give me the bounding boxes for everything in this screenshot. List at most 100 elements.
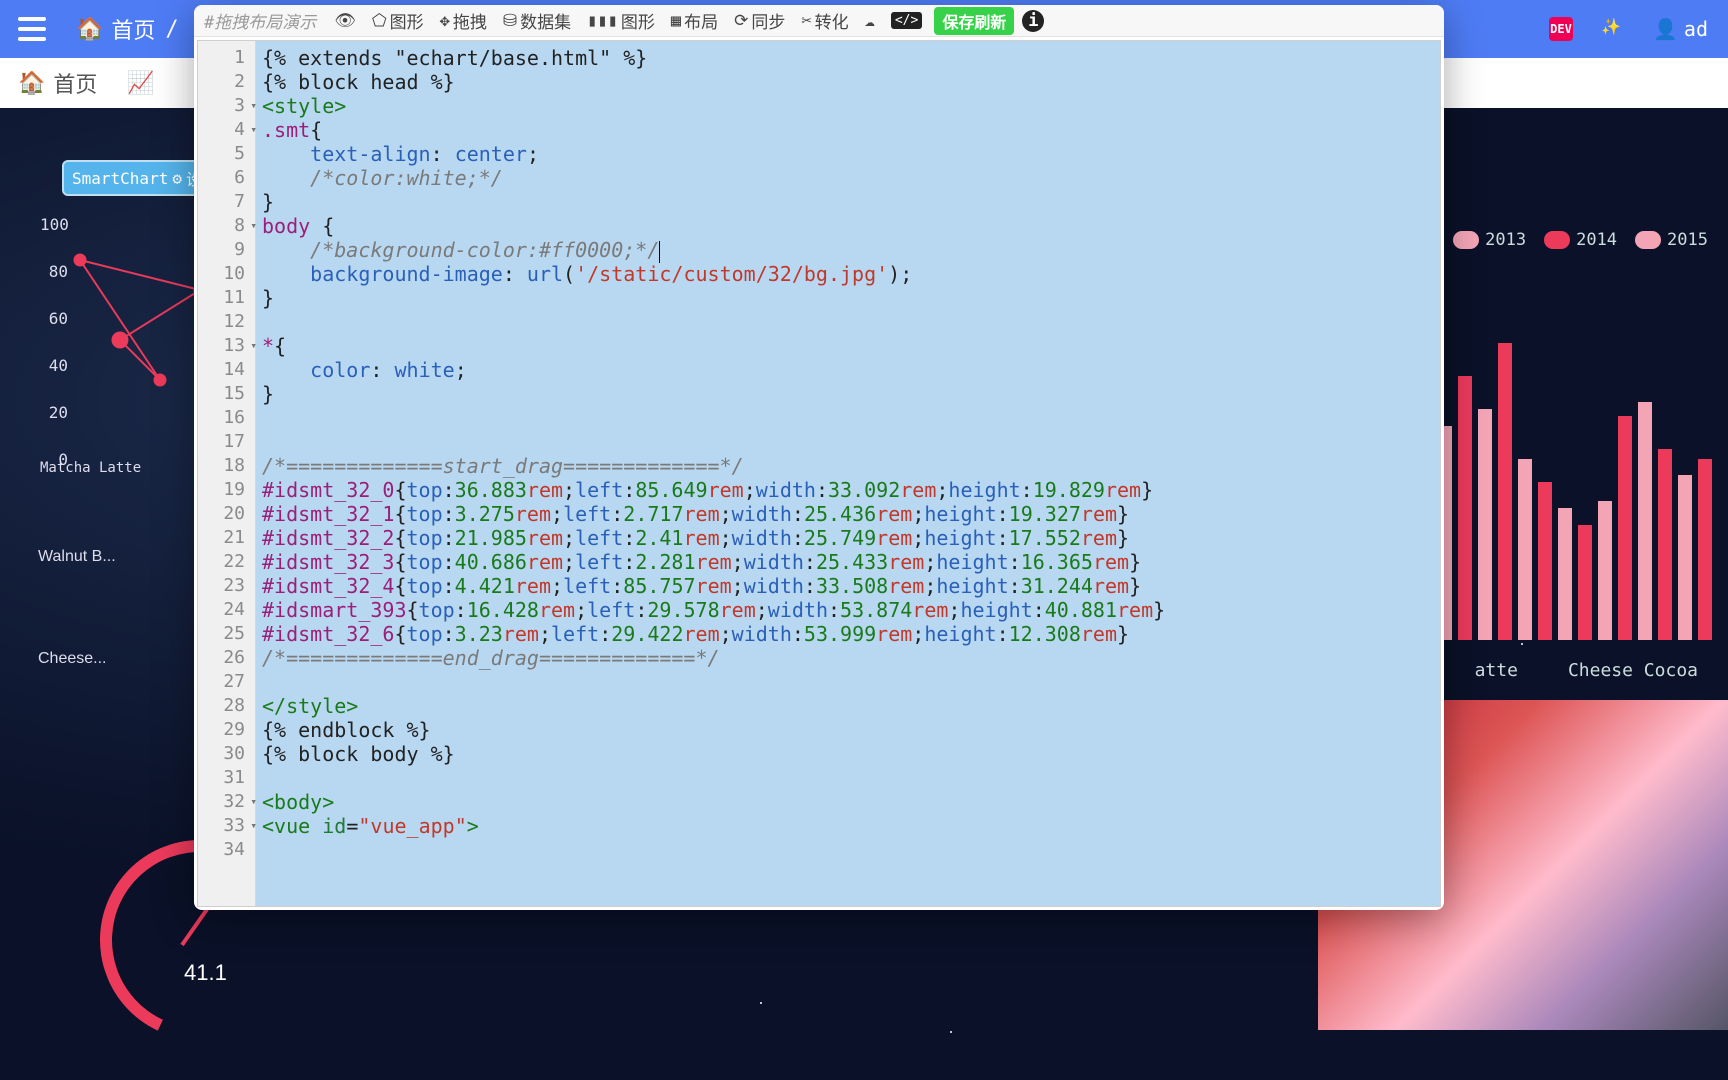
code-line[interactable] xyxy=(262,406,1434,430)
move-icon: ✥ xyxy=(440,11,450,31)
code-line[interactable]: #idsmt_32_3{top:40.686rem;left:2.281rem;… xyxy=(262,550,1434,574)
line-number: 22 xyxy=(198,550,255,574)
editor-toolbar: #拖拽布局演示 👁 ⬠图形 ✥拖拽 ⛁数据集 ▮▮▮图形 ▦布局 ⟳同步 ✂转化… xyxy=(194,5,1444,37)
save-refresh-button[interactable]: 保存刷新 xyxy=(934,7,1014,35)
code-line[interactable]: </style> xyxy=(262,694,1434,718)
wand-icon: ✂ xyxy=(801,11,811,31)
code-line[interactable]: {% endblock %} xyxy=(262,718,1434,742)
breadcrumb-home-label: 首页 xyxy=(53,67,97,99)
breadcrumb-slash: / xyxy=(165,17,178,42)
code-line[interactable]: #idsmt_32_4{top:4.421rem;left:85.757rem;… xyxy=(262,574,1434,598)
code-line[interactable]: {% block head %} xyxy=(262,70,1434,94)
code-line[interactable] xyxy=(262,670,1434,694)
code-line[interactable]: body { xyxy=(262,214,1434,238)
code-icon: </> xyxy=(891,12,922,29)
line-number: 5 xyxy=(198,142,255,166)
code-line[interactable]: } xyxy=(262,190,1434,214)
pentagon-icon: ⬠ xyxy=(372,11,387,31)
line-number: 19 xyxy=(198,478,255,502)
breadcrumb-home[interactable]: 🏠 首页 xyxy=(18,67,97,99)
code-line[interactable]: *{ xyxy=(262,334,1434,358)
smartchart-badge[interactable]: SmartChart ⚙ 设 xyxy=(62,160,212,196)
transform-button[interactable]: ✂转化 xyxy=(797,6,852,35)
legend-item[interactable]: 2014 xyxy=(1544,230,1617,250)
code-line[interactable]: } xyxy=(262,286,1434,310)
code-line[interactable]: #idsmt_32_0{top:36.883rem;left:85.649rem… xyxy=(262,478,1434,502)
code-line[interactable]: #idsmart_393{top:16.428rem;left:29.578re… xyxy=(262,598,1434,622)
line-number: 28 xyxy=(198,694,255,718)
line-number: 24 xyxy=(198,598,255,622)
gear-icon: ⚙ xyxy=(172,169,182,188)
sync-button[interactable]: ⟳同步 xyxy=(730,6,789,35)
line-number: 4 xyxy=(198,118,255,142)
code-line[interactable]: {% block body %} xyxy=(262,742,1434,766)
line-number: 31 xyxy=(198,766,255,790)
line-number: 2 xyxy=(198,70,255,94)
line-number: 33 xyxy=(198,814,255,838)
code-line[interactable]: <body> xyxy=(262,790,1434,814)
breadcrumb-chart[interactable]: 📈 xyxy=(127,71,154,96)
code-line[interactable]: background-image: url('/static/custom/32… xyxy=(262,262,1434,286)
code-line[interactable] xyxy=(262,430,1434,454)
code-line[interactable] xyxy=(262,766,1434,790)
grid-icon: ▦ xyxy=(671,11,681,31)
code-line[interactable]: {% extends "echart/base.html" %} xyxy=(262,46,1434,70)
dataset-button[interactable]: ⛁数据集 xyxy=(499,6,575,35)
code-line[interactable]: /*background-color:#ff0000;*/ xyxy=(262,238,1434,262)
layout-button[interactable]: ▦布局 xyxy=(667,6,722,35)
line-number: 17 xyxy=(198,430,255,454)
user-avatar-icon: 👤 xyxy=(1653,17,1678,41)
dev-badge-icon[interactable]: DEV xyxy=(1549,17,1573,41)
chart-button[interactable]: ▮▮▮图形 xyxy=(583,6,659,35)
line-number: 21 xyxy=(198,526,255,550)
cloud-icon: ☁ xyxy=(865,11,875,31)
code-line[interactable]: } xyxy=(262,382,1434,406)
line-number: 8 xyxy=(198,214,255,238)
hamburger-menu-button[interactable] xyxy=(18,17,46,41)
line-number: 11 xyxy=(198,286,255,310)
code-line[interactable]: /*=============end_drag=============*/ xyxy=(262,646,1434,670)
code-line[interactable]: #idsmt_32_1{top:3.275rem;left:2.717rem;w… xyxy=(262,502,1434,526)
home-icon: 🏠 xyxy=(18,71,45,96)
code-line[interactable]: color: white; xyxy=(262,358,1434,382)
smartchart-label: SmartChart xyxy=(72,169,168,188)
right-chart-x-axis: atte Cheese Cocoa xyxy=(1475,660,1698,681)
code-line[interactable]: #idsmt_32_2{top:21.985rem;left:2.41rem;w… xyxy=(262,526,1434,550)
database-icon: ⛁ xyxy=(503,11,517,31)
info-button[interactable]: i xyxy=(1022,10,1044,32)
gauge-value: 41.1 xyxy=(184,960,227,986)
nav-home-link[interactable]: 🏠 首页 xyxy=(76,13,155,45)
left-chart-x-axis: Matcha Latte xyxy=(40,460,141,476)
code-line[interactable]: .smt{ xyxy=(262,118,1434,142)
code-line[interactable]: text-align: center; xyxy=(262,142,1434,166)
code-line[interactable]: /*=============start_drag=============*/ xyxy=(262,454,1434,478)
line-number: 32 xyxy=(198,790,255,814)
line-number: 29 xyxy=(198,718,255,742)
right-chart-legend: 2013 2014 2015 xyxy=(1453,230,1708,250)
sparkle-icon[interactable]: ✨ xyxy=(1601,17,1625,41)
line-number: 23 xyxy=(198,574,255,598)
preview-button[interactable]: 👁 xyxy=(330,9,360,33)
line-number: 26 xyxy=(198,646,255,670)
legend-item[interactable]: 2015 xyxy=(1635,230,1708,250)
graphic-button[interactable]: ⬠图形 xyxy=(368,6,428,35)
line-number: 12 xyxy=(198,310,255,334)
walnut-label: Walnut B... xyxy=(38,548,116,566)
code-content[interactable]: {% extends "echart/base.html" %}{% block… xyxy=(256,41,1440,906)
drag-button[interactable]: ✥拖拽 xyxy=(436,6,491,35)
code-line[interactable]: /*color:white;*/ xyxy=(262,166,1434,190)
code-button[interactable]: </> xyxy=(887,10,926,31)
user-menu[interactable]: 👤 ad xyxy=(1653,17,1708,41)
x-cat: atte xyxy=(1475,660,1518,681)
cloud-button[interactable]: ☁ xyxy=(861,9,879,33)
code-editor-area[interactable]: 1234567891011121314151617181920212223242… xyxy=(197,40,1441,907)
line-number: 18 xyxy=(198,454,255,478)
code-line[interactable] xyxy=(262,310,1434,334)
code-line[interactable] xyxy=(262,838,1434,862)
code-line[interactable]: <style> xyxy=(262,94,1434,118)
text-cursor xyxy=(659,241,660,263)
legend-item[interactable]: 2013 xyxy=(1453,230,1526,250)
code-line[interactable]: <vue id="vue_app"> xyxy=(262,814,1434,838)
code-line[interactable]: #idsmt_32_6{top:3.23rem;left:29.422rem;w… xyxy=(262,622,1434,646)
line-number: 3 xyxy=(198,94,255,118)
